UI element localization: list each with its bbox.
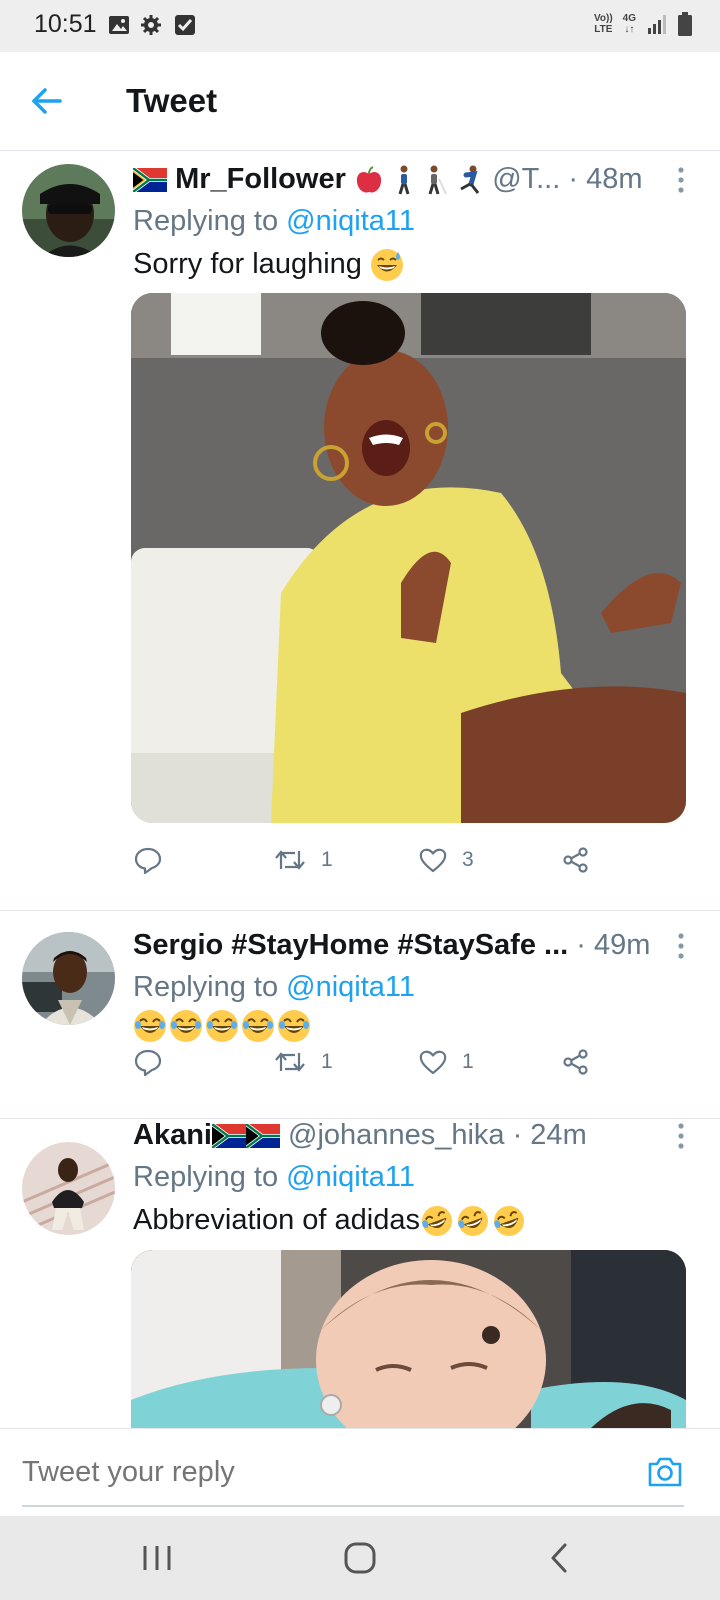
south-africa-flag-icon — [133, 168, 167, 193]
status-bar: 10:51 Vo)) LTE 4G ↓↑ — [0, 0, 720, 52]
reply-composer — [0, 1428, 720, 1517]
tweet-author-name[interactable]: Sergio #StayHome #StaySafe ... — [133, 929, 568, 961]
mention-link[interactable]: @niqita11 — [286, 205, 415, 237]
apple-emoji-icon — [356, 166, 382, 193]
tweet-media-image[interactable] — [131, 293, 686, 823]
avatar[interactable] — [22, 932, 115, 1025]
person-with-cane-emoji-icon — [428, 165, 447, 195]
grinning-sweat-emoji-icon — [370, 249, 403, 282]
tweet-actions: 1 3 — [133, 840, 653, 880]
tweet-header: Akani @johannes_hika · 24m — [133, 1116, 700, 1154]
reply-button[interactable] — [133, 840, 163, 880]
system-navigation-bar — [0, 1516, 720, 1600]
heart-icon — [419, 1050, 447, 1075]
share-icon — [563, 1049, 588, 1075]
reply-button[interactable] — [133, 1042, 163, 1082]
reply-input[interactable] — [22, 1451, 622, 1493]
home-icon[interactable] — [340, 1540, 380, 1576]
signal-strength-icon — [648, 15, 666, 34]
tweet-content: Akani @johannes_hika · 24m Replying to @… — [133, 1116, 700, 1242]
reply-icon — [134, 1049, 162, 1077]
tweet-media-image[interactable] — [131, 1250, 686, 1428]
retweet-button[interactable]: 1 — [273, 840, 333, 880]
avatar[interactable] — [22, 1142, 115, 1235]
mention-link[interactable]: @niqita11 — [286, 1161, 415, 1193]
recent-apps-icon[interactable] — [137, 1540, 177, 1576]
retweet-button[interactable]: 1 — [273, 1042, 333, 1082]
more-options-icon[interactable] — [676, 932, 686, 960]
share-button[interactable] — [561, 840, 591, 880]
tweet-actions: 1 1 — [133, 1042, 653, 1082]
page-title: Tweet — [126, 82, 218, 119]
battery-icon — [678, 12, 692, 36]
tweet-content: Sergio #StayHome #StaySafe ... · 49m Rep… — [133, 926, 700, 1054]
tweet-header: Mr_Follower @T... · 48m — [133, 160, 700, 198]
like-button[interactable]: 3 — [418, 840, 474, 880]
retweet-icon — [275, 1052, 305, 1072]
replying-to-line: Replying to @niqita11 — [133, 205, 416, 237]
like-count: 3 — [462, 848, 474, 871]
tweet-header: Sergio #StayHome #StaySafe ... · 49m — [133, 926, 700, 964]
person-walking-emoji-icon — [398, 165, 410, 195]
tweet-timestamp: · 48m — [568, 163, 643, 195]
tweet-author-name[interactable]: Akani — [133, 1119, 212, 1151]
gallery-icon — [109, 16, 129, 34]
mention-link[interactable]: @niqita11 — [286, 971, 415, 1003]
volte-indicator: Vo)) LTE — [593, 13, 613, 35]
heart-icon — [419, 848, 447, 873]
status-time: 10:51 — [34, 10, 97, 38]
tweet-content: Mr_Follower @T... · 48m Replying to @niq… — [133, 160, 700, 286]
tweet-timestamp: · 49m — [576, 929, 651, 961]
tweet-item[interactable]: Mr_Follower @T... · 48m Replying to @niq… — [0, 150, 720, 911]
tweet-item[interactable]: Akani @johannes_hika · 24m Replying to @… — [0, 1118, 720, 1428]
tweet-author-name[interactable]: Mr_Follower — [175, 163, 346, 195]
top-app-bar: Tweet — [0, 52, 720, 151]
tweet-author-handle[interactable]: @johannes_hika — [288, 1119, 504, 1151]
status-right-group: Vo)) LTE 4G ↓↑ — [594, 12, 692, 36]
share-icon — [563, 847, 588, 873]
reply-input-underline — [22, 1505, 684, 1507]
back-arrow-icon[interactable] — [30, 84, 64, 118]
network-type-indicator: 4G ↓↑ — [622, 13, 636, 35]
more-options-icon[interactable] — [676, 166, 686, 194]
rofl-emojis-icon — [421, 1204, 528, 1239]
south-africa-flag-icon — [211, 1124, 246, 1149]
replying-to-line: Replying to @niqita11 — [133, 1161, 416, 1193]
south-africa-flag-icon — [245, 1124, 280, 1149]
replying-to-line: Replying to @niqita11 — [133, 971, 416, 1003]
laughing-emojis-icon — [134, 1009, 311, 1043]
tweet-text: Abbreviation of adidas — [133, 1198, 700, 1242]
tweet-text: Sorry for laughing — [133, 242, 700, 286]
tweet-timestamp: · 24m — [512, 1119, 587, 1151]
back-nav-icon[interactable] — [540, 1540, 580, 1576]
avatar[interactable] — [22, 164, 115, 257]
like-button[interactable]: 1 — [418, 1042, 474, 1082]
retweet-count: 1 — [321, 848, 333, 871]
tweet-author-handle[interactable]: @T... — [492, 163, 560, 195]
share-button[interactable] — [561, 1042, 591, 1082]
settings-gear-icon — [141, 15, 161, 35]
retweet-count: 1 — [321, 1050, 333, 1073]
retweet-icon — [275, 850, 305, 870]
tweet-item[interactable]: Sergio #StayHome #StaySafe ... · 49m Rep… — [0, 910, 720, 1119]
more-options-icon[interactable] — [676, 1122, 686, 1150]
camera-icon[interactable] — [646, 1453, 684, 1491]
checkbox-notification-icon — [175, 15, 195, 35]
person-running-emoji-icon — [460, 165, 480, 195]
reply-icon — [134, 847, 162, 875]
like-count: 1 — [462, 1050, 474, 1073]
